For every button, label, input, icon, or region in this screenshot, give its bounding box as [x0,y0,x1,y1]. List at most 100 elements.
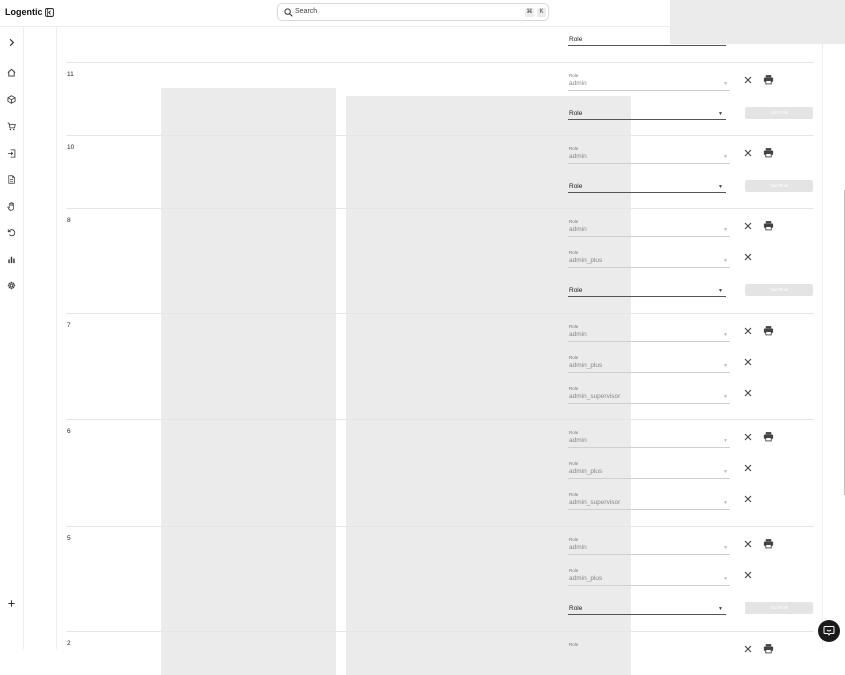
remove-role-button[interactable] [743,357,753,367]
nav-picking[interactable] [6,201,17,212]
cart-icon [7,122,16,131]
print-icon [763,148,774,158]
remove-role-button[interactable] [743,326,753,336]
close-icon [744,76,752,84]
table-row: 8 Role admin ▼ Role admin_plus ▼ Role ▼ … [66,208,814,313]
print-button[interactable] [763,538,774,549]
table-row: 10 Role admin ▼ Role ▼ Add Role [66,135,814,208]
login-icon [7,149,16,158]
print-icon [763,75,774,85]
new-role-label: Role [569,183,583,190]
role-label: Role [569,219,579,224]
role-label: Role [569,642,579,647]
add-button[interactable] [6,598,17,609]
print-icon [763,221,774,231]
role-label: Role [569,492,579,497]
role-value: admin [569,80,587,87]
dropdown-arrow-icon: ▼ [723,500,728,506]
shortcut-cmd-key: ⌘ [525,8,534,17]
bar-chart-icon [8,256,15,264]
chat-button[interactable] [818,620,840,642]
row-id: 5 [67,535,71,542]
dropdown-arrow-icon: ▼ [723,545,728,551]
print-icon [763,539,774,549]
remove-role-button[interactable] [743,494,753,504]
print-button[interactable] [763,74,774,85]
remove-role-button[interactable] [743,148,753,158]
nav-inbound[interactable] [6,148,17,159]
home-icon [7,68,16,77]
shortcut-k-key: K [537,8,546,17]
role-value: admin_plus [569,468,603,475]
print-icon [763,326,774,336]
dropdown-arrow-icon: ▼ [718,111,723,117]
remove-role-button[interactable] [743,252,753,262]
remove-role-button[interactable] [743,75,753,85]
expand-sidebar-button[interactable] [6,37,17,48]
close-icon [744,327,752,335]
collapse-sidebar-icon[interactable] [44,7,54,17]
role-value: admin [569,544,587,551]
remove-role-button[interactable] [743,388,753,398]
print-button[interactable] [763,325,774,336]
dropdown-arrow-icon: ▼ [723,438,728,444]
dropdown-arrow-icon: ▼ [723,154,728,160]
role-value: admin [569,226,587,233]
print-button[interactable] [763,431,774,442]
nav-orders[interactable] [6,121,17,132]
sidebar [0,26,24,649]
print-button[interactable] [763,220,774,231]
close-icon [744,464,752,472]
remove-role-button[interactable] [743,539,753,549]
role-label: Role [569,537,579,542]
nav-reports[interactable] [6,254,17,265]
role-value: admin_plus [569,257,603,264]
row-id: 6 [67,428,71,435]
print-icon [763,432,774,442]
dropdown-arrow-icon: ▼ [723,81,728,87]
nav-products[interactable] [6,94,17,105]
role-label: Role [569,355,579,360]
close-icon [744,540,752,548]
hand-icon [7,202,14,211]
content-border-left [56,26,57,649]
add-role-button[interactable]: Add Role [745,602,813,614]
nav-home[interactable] [6,67,17,78]
add-role-button[interactable]: Add Role [745,107,813,119]
chevron-right-icon [9,38,15,47]
nav-documents[interactable] [6,174,17,185]
role-value: admin_supervisor [569,393,621,400]
add-role-button[interactable]: Add Role [745,284,813,296]
role-label: Role [569,430,579,435]
dropdown-arrow-icon: ▼ [723,576,728,582]
table-row: 11 Role admin ▼ Role ▼ Add Role [66,62,814,135]
nav-returns[interactable] [6,227,17,238]
print-button[interactable] [763,147,774,158]
role-value: admin [569,331,587,338]
app-logo[interactable]: Logentic [5,7,54,17]
remove-role-button[interactable] [743,221,753,231]
remove-role-button[interactable] [743,644,753,654]
nav-settings[interactable] [6,280,17,291]
row-id: 2 [67,640,71,647]
remove-role-button[interactable] [743,432,753,442]
new-role-label: Role [569,287,583,294]
new-role-label: Role [569,36,583,43]
new-role-label: Role [569,605,583,612]
new-role-label: Role [569,110,583,117]
close-icon [744,433,752,441]
remove-role-button[interactable] [743,463,753,473]
search-bar[interactable]: Search ⌘ K [277,3,549,21]
add-role-button[interactable]: Add Role [745,180,813,192]
role-label: Role [569,324,579,329]
role-label: Role [569,146,579,151]
close-icon [744,389,752,397]
role-value: admin [569,153,587,160]
role-label: Role [569,386,579,391]
remove-role-button[interactable] [743,570,753,580]
table-row: 5 Role admin ▼ Role admin_plus ▼ Role ▼ … [66,526,814,631]
table-row: 7 Role admin ▼ Role admin_plus ▼ Role ad… [66,313,814,419]
row-id: 7 [67,322,71,329]
gear-icon [7,281,16,290]
table-row: 2 Role [66,631,814,654]
